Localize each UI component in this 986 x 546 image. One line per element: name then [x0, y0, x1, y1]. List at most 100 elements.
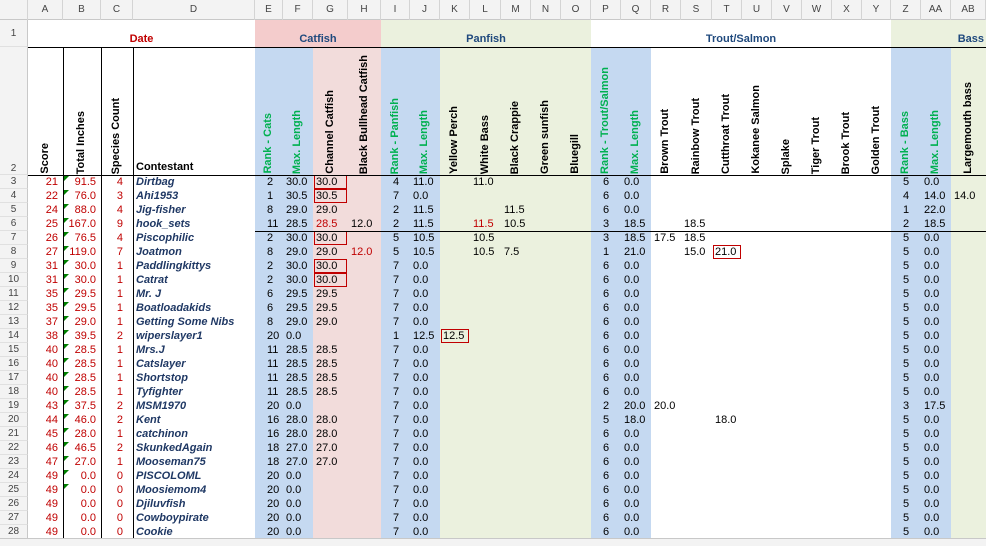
cell-count[interactable]: 1	[101, 343, 123, 357]
cell-p[interactable]: 1	[603, 245, 621, 259]
cell-q[interactable]: 0.0	[624, 273, 651, 287]
cell-score[interactable]: 40	[28, 343, 58, 357]
row-header[interactable]: 24	[0, 469, 28, 483]
cell-e[interactable]: 20	[267, 469, 283, 483]
column-header[interactable]: W	[802, 0, 832, 20]
cell-q[interactable]: 0.0	[624, 329, 651, 343]
column-header[interactable]: G	[313, 0, 348, 20]
row-header[interactable]: 18	[0, 385, 28, 399]
cell-j[interactable]: 0.0	[413, 343, 440, 357]
cell-score[interactable]: 49	[28, 497, 58, 511]
cell-aa[interactable]: 0.0	[924, 315, 951, 329]
column-header[interactable]: R	[651, 0, 681, 20]
cell-q[interactable]: 21.0	[624, 245, 651, 259]
column-header[interactable]: P	[591, 0, 621, 20]
cell-i[interactable]: 7	[393, 343, 410, 357]
cell-q[interactable]: 0.0	[624, 203, 651, 217]
cell-f[interactable]: 0.0	[286, 525, 313, 539]
cell-p[interactable]: 6	[603, 357, 621, 371]
cell-f[interactable]: 30.0	[286, 175, 313, 189]
column-header[interactable]: N	[531, 0, 561, 20]
select-all-corner[interactable]	[0, 0, 28, 20]
cell-total[interactable]: 0.0	[63, 525, 96, 539]
row-header[interactable]: 13	[0, 315, 28, 329]
cell-p[interactable]: 6	[603, 287, 621, 301]
cell-e[interactable]: 20	[267, 525, 283, 539]
cell-aa[interactable]: 0.0	[924, 231, 951, 245]
cell-q[interactable]: 0.0	[624, 315, 651, 329]
cell-j[interactable]: 0.0	[413, 399, 440, 413]
cell-g[interactable]: 30.0	[314, 231, 347, 245]
cell-z[interactable]: 2	[903, 217, 921, 231]
cell-p[interactable]: 6	[603, 189, 621, 203]
cell-z[interactable]: 5	[903, 441, 921, 455]
cell-score[interactable]: 47	[28, 455, 58, 469]
cell-e[interactable]: 8	[267, 315, 283, 329]
cell-score[interactable]: 27	[28, 245, 58, 259]
cell-z[interactable]: 5	[903, 511, 921, 525]
column-header[interactable]: E	[255, 0, 283, 20]
row-header[interactable]: 16	[0, 357, 28, 371]
column-header[interactable]: AB	[951, 0, 986, 20]
cell-g[interactable]: 27.0	[316, 441, 348, 455]
cell-q[interactable]: 0.0	[624, 287, 651, 301]
cell-score[interactable]: 35	[28, 287, 58, 301]
cell-count[interactable]: 4	[101, 203, 123, 217]
cell-score[interactable]: 49	[28, 469, 58, 483]
cell-l[interactable]: 10.5	[473, 231, 501, 245]
cell-ab[interactable]: 14.0	[954, 189, 986, 203]
cell-g[interactable]: 28.5	[316, 217, 348, 231]
column-header[interactable]: F	[283, 0, 313, 20]
column-header[interactable]: C	[101, 0, 133, 20]
cell-i[interactable]: 5	[393, 231, 410, 245]
cell-score[interactable]: 45	[28, 427, 58, 441]
cell-name[interactable]: Catslayer	[136, 357, 255, 371]
column-header[interactable]: J	[410, 0, 440, 20]
row-header[interactable]: 15	[0, 343, 28, 357]
cell-i[interactable]: 7	[393, 399, 410, 413]
cell-count[interactable]: 9	[101, 217, 123, 231]
cell-score[interactable]: 22	[28, 189, 58, 203]
cell-e[interactable]: 11	[267, 217, 283, 231]
cell-p[interactable]: 6	[603, 525, 621, 539]
cell-m[interactable]: 11.5	[504, 203, 531, 217]
cell-q[interactable]: 0.0	[624, 371, 651, 385]
cell-q[interactable]: 0.0	[624, 483, 651, 497]
cell-q[interactable]: 0.0	[624, 357, 651, 371]
cell-score[interactable]: 49	[28, 525, 58, 539]
cell-score[interactable]: 49	[28, 483, 58, 497]
cell-p[interactable]: 6	[603, 469, 621, 483]
cell-e[interactable]: 11	[267, 357, 283, 371]
cell-j[interactable]: 0.0	[413, 273, 440, 287]
row-header[interactable]: 1	[0, 20, 28, 47]
cell-name[interactable]: Ahi1953	[136, 189, 255, 203]
cell-i[interactable]: 7	[393, 259, 410, 273]
cell-q[interactable]: 0.0	[624, 511, 651, 525]
cell-f[interactable]: 0.0	[286, 497, 313, 511]
cell-j[interactable]: 11.5	[413, 203, 440, 217]
cell-g[interactable]: 30.5	[314, 189, 347, 203]
row-header[interactable]: 25	[0, 483, 28, 497]
cell-i[interactable]: 7	[393, 525, 410, 539]
cell-e[interactable]: 11	[267, 371, 283, 385]
cell-g[interactable]: 30.0	[314, 273, 347, 287]
cell-f[interactable]: 0.0	[286, 483, 313, 497]
cell-j[interactable]: 10.5	[413, 245, 440, 259]
cell-f[interactable]: 30.0	[286, 273, 313, 287]
cell-q[interactable]: 0.0	[624, 301, 651, 315]
cell-z[interactable]: 5	[903, 329, 921, 343]
cell-g[interactable]: 29.0	[316, 315, 348, 329]
cell-name[interactable]: Tyfighter	[136, 385, 255, 399]
cell-j[interactable]: 0.0	[413, 259, 440, 273]
cell-score[interactable]: 43	[28, 399, 58, 413]
row-header[interactable]: 17	[0, 371, 28, 385]
cell-aa[interactable]: 0.0	[924, 497, 951, 511]
cell-e[interactable]: 20	[267, 329, 283, 343]
cell-name[interactable]: PISCOLOML	[136, 469, 255, 483]
cell-name[interactable]: Mr. J	[136, 287, 255, 301]
cell-f[interactable]: 29.5	[286, 301, 313, 315]
cell-score[interactable]: 31	[28, 273, 58, 287]
column-header[interactable]: AA	[921, 0, 951, 20]
cell-j[interactable]: 0.0	[413, 455, 440, 469]
cell-f[interactable]: 28.5	[286, 371, 313, 385]
